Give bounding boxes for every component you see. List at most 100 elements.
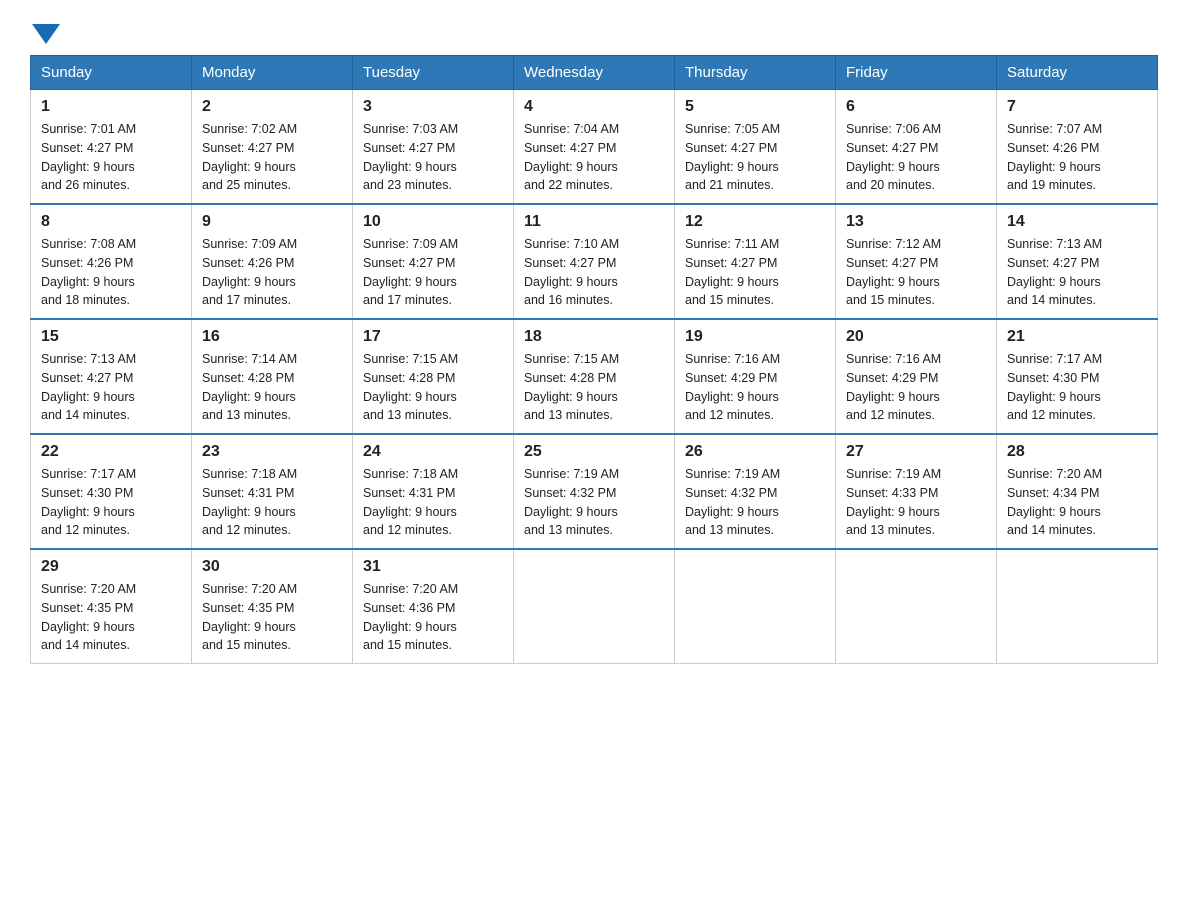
day-info: Sunrise: 7:03 AM Sunset: 4:27 PM Dayligh… xyxy=(363,120,503,195)
sunset-label: Sunset: xyxy=(685,256,731,270)
sunset-label: Sunset: xyxy=(846,486,892,500)
sunrise-value: 7:11 AM xyxy=(734,237,779,251)
daylight-label: Daylight: 9 hours xyxy=(202,390,296,404)
calendar-cell: 19 Sunrise: 7:16 AM Sunset: 4:29 PM Dayl… xyxy=(675,319,836,434)
daylight-minutes: and 13 minutes. xyxy=(685,523,774,537)
sunrise-label: Sunrise: xyxy=(41,122,90,136)
sunset-label: Sunset: xyxy=(41,256,87,270)
daylight-label: Daylight: 9 hours xyxy=(41,505,135,519)
sunrise-label: Sunrise: xyxy=(685,467,734,481)
sunrise-value: 7:09 AM xyxy=(412,237,458,251)
sunrise-value: 7:19 AM xyxy=(573,467,619,481)
sunrise-label: Sunrise: xyxy=(41,582,90,596)
sunset-value: 4:30 PM xyxy=(1053,371,1100,385)
daylight-minutes: and 12 minutes. xyxy=(846,408,935,422)
daylight-label: Daylight: 9 hours xyxy=(202,160,296,174)
daylight-minutes: and 13 minutes. xyxy=(363,408,452,422)
sunset-value: 4:27 PM xyxy=(731,256,778,270)
sunrise-value: 7:19 AM xyxy=(734,467,780,481)
day-info: Sunrise: 7:20 AM Sunset: 4:35 PM Dayligh… xyxy=(202,580,342,655)
sunrise-label: Sunrise: xyxy=(524,237,573,251)
daylight-label: Daylight: 9 hours xyxy=(524,390,618,404)
daylight-minutes: and 25 minutes. xyxy=(202,178,291,192)
day-info: Sunrise: 7:13 AM Sunset: 4:27 PM Dayligh… xyxy=(1007,235,1147,310)
day-info: Sunrise: 7:18 AM Sunset: 4:31 PM Dayligh… xyxy=(202,465,342,540)
daylight-label: Daylight: 9 hours xyxy=(41,160,135,174)
sunrise-value: 7:08 AM xyxy=(90,237,136,251)
day-number: 4 xyxy=(524,98,664,116)
sunset-label: Sunset: xyxy=(685,486,731,500)
sunset-value: 4:30 PM xyxy=(87,486,134,500)
sunset-value: 4:26 PM xyxy=(1053,141,1100,155)
day-info: Sunrise: 7:11 AM Sunset: 4:27 PM Dayligh… xyxy=(685,235,825,310)
sunset-label: Sunset: xyxy=(202,256,248,270)
sunset-label: Sunset: xyxy=(41,486,87,500)
day-header-friday: Friday xyxy=(836,56,997,90)
sunrise-label: Sunrise: xyxy=(846,122,895,136)
day-info: Sunrise: 7:02 AM Sunset: 4:27 PM Dayligh… xyxy=(202,120,342,195)
daylight-label: Daylight: 9 hours xyxy=(685,275,779,289)
calendar-table: SundayMondayTuesdayWednesdayThursdayFrid… xyxy=(30,55,1158,664)
sunrise-value: 7:09 AM xyxy=(251,237,297,251)
day-number: 9 xyxy=(202,213,342,231)
day-number: 6 xyxy=(846,98,986,116)
calendar-cell: 14 Sunrise: 7:13 AM Sunset: 4:27 PM Dayl… xyxy=(997,204,1158,319)
calendar-cell: 11 Sunrise: 7:10 AM Sunset: 4:27 PM Dayl… xyxy=(514,204,675,319)
daylight-label: Daylight: 9 hours xyxy=(202,275,296,289)
calendar-cell: 22 Sunrise: 7:17 AM Sunset: 4:30 PM Dayl… xyxy=(31,434,192,549)
daylight-label: Daylight: 9 hours xyxy=(1007,390,1101,404)
day-info: Sunrise: 7:19 AM Sunset: 4:32 PM Dayligh… xyxy=(685,465,825,540)
sunset-label: Sunset: xyxy=(363,141,409,155)
calendar-week-5: 29 Sunrise: 7:20 AM Sunset: 4:35 PM Dayl… xyxy=(31,549,1158,664)
calendar-cell: 2 Sunrise: 7:02 AM Sunset: 4:27 PM Dayli… xyxy=(192,90,353,205)
daylight-minutes: and 21 minutes. xyxy=(685,178,774,192)
sunset-value: 4:29 PM xyxy=(731,371,778,385)
sunrise-value: 7:15 AM xyxy=(573,352,619,366)
day-info: Sunrise: 7:16 AM Sunset: 4:29 PM Dayligh… xyxy=(685,350,825,425)
daylight-label: Daylight: 9 hours xyxy=(685,505,779,519)
calendar-cell: 26 Sunrise: 7:19 AM Sunset: 4:32 PM Dayl… xyxy=(675,434,836,549)
calendar-cell: 4 Sunrise: 7:04 AM Sunset: 4:27 PM Dayli… xyxy=(514,90,675,205)
sunset-label: Sunset: xyxy=(846,371,892,385)
daylight-minutes: and 13 minutes. xyxy=(524,408,613,422)
daylight-label: Daylight: 9 hours xyxy=(41,275,135,289)
sunset-label: Sunset: xyxy=(202,601,248,615)
day-number: 23 xyxy=(202,443,342,461)
calendar-cell xyxy=(997,549,1158,664)
sunset-label: Sunset: xyxy=(1007,371,1053,385)
day-info: Sunrise: 7:14 AM Sunset: 4:28 PM Dayligh… xyxy=(202,350,342,425)
sunset-value: 4:27 PM xyxy=(731,141,778,155)
sunset-value: 4:36 PM xyxy=(409,601,456,615)
sunrise-label: Sunrise: xyxy=(202,582,251,596)
calendar-cell: 17 Sunrise: 7:15 AM Sunset: 4:28 PM Dayl… xyxy=(353,319,514,434)
calendar-cell: 20 Sunrise: 7:16 AM Sunset: 4:29 PM Dayl… xyxy=(836,319,997,434)
sunrise-label: Sunrise: xyxy=(41,352,90,366)
sunrise-label: Sunrise: xyxy=(524,467,573,481)
sunrise-label: Sunrise: xyxy=(41,237,90,251)
logo xyxy=(30,20,60,45)
day-number: 31 xyxy=(363,558,503,576)
daylight-label: Daylight: 9 hours xyxy=(41,390,135,404)
calendar-cell: 29 Sunrise: 7:20 AM Sunset: 4:35 PM Dayl… xyxy=(31,549,192,664)
sunset-value: 4:27 PM xyxy=(87,141,134,155)
sunrise-value: 7:16 AM xyxy=(895,352,941,366)
sunrise-value: 7:15 AM xyxy=(412,352,458,366)
daylight-minutes: and 20 minutes. xyxy=(846,178,935,192)
sunrise-label: Sunrise: xyxy=(685,352,734,366)
daylight-minutes: and 12 minutes. xyxy=(685,408,774,422)
sunrise-value: 7:17 AM xyxy=(90,467,136,481)
day-number: 19 xyxy=(685,328,825,346)
day-header-wednesday: Wednesday xyxy=(514,56,675,90)
daylight-minutes: and 16 minutes. xyxy=(524,293,613,307)
sunrise-value: 7:01 AM xyxy=(90,122,136,136)
sunrise-label: Sunrise: xyxy=(202,122,251,136)
calendar-cell: 6 Sunrise: 7:06 AM Sunset: 4:27 PM Dayli… xyxy=(836,90,997,205)
day-number: 11 xyxy=(524,213,664,231)
calendar-week-2: 8 Sunrise: 7:08 AM Sunset: 4:26 PM Dayli… xyxy=(31,204,1158,319)
sunset-value: 4:28 PM xyxy=(570,371,617,385)
sunrise-value: 7:05 AM xyxy=(734,122,780,136)
sunrise-value: 7:12 AM xyxy=(895,237,941,251)
sunset-value: 4:28 PM xyxy=(248,371,295,385)
sunset-label: Sunset: xyxy=(41,141,87,155)
daylight-minutes: and 12 minutes. xyxy=(202,523,291,537)
